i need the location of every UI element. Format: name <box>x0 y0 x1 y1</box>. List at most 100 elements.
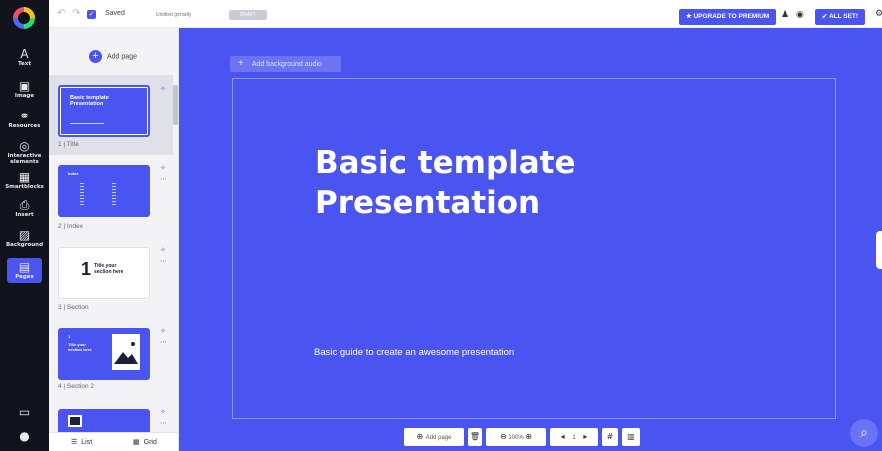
page-3-mini-title: Title your section here <box>94 263 124 275</box>
zoom-in-icon[interactable]: ⊕ <box>525 432 532 441</box>
slide-frame[interactable]: Basic template Presentation Basic guide … <box>232 78 836 419</box>
add-background-audio-button[interactable]: + Add background audio <box>230 56 341 72</box>
page-1-preview[interactable]: Basic template Presentation <box>58 85 150 137</box>
page-5-more-icon[interactable]: ⋯ <box>160 419 167 427</box>
page-3-mini-num: 1 <box>81 259 92 279</box>
add-page-label: Add page <box>107 53 137 61</box>
page-navigator: ◂ 1 ▸ <box>550 428 598 446</box>
all-set-label: ALL SET! <box>828 13 859 20</box>
page-thumb-3[interactable]: 1 Title your section here ✧ ⋯ 3 | Sectio… <box>49 237 173 317</box>
page-2-more-icon[interactable]: ⋯ <box>160 175 167 183</box>
page-thumb-1[interactable]: Basic template Presentation ✧ 1 | Title <box>49 75 173 155</box>
page-3-preview[interactable]: 1 Title your section here <box>58 247 150 299</box>
rail-smartblocks-label: Smartblocks <box>5 184 44 190</box>
page-3-magic-icon[interactable]: ✧ <box>160 246 166 254</box>
insert-icon: ⎙ <box>19 198 30 212</box>
help-icon: ● <box>19 429 30 443</box>
bottom-toolbar: ⊕ Add page 🗑 ⊖ 100% ⊕ ◂ 1 ▸ # ▥ <box>404 428 651 446</box>
rail-text[interactable]: A Text <box>0 47 49 68</box>
page-2-mini-list <box>80 183 84 207</box>
page-1-magic-icon[interactable]: ✧ <box>160 85 166 93</box>
image-icon: ▣ <box>18 79 31 93</box>
smartblocks-icon: ▦ <box>18 170 31 184</box>
page-5-magic-icon[interactable]: ✧ <box>160 408 166 416</box>
page-thumb-2[interactable]: Index ✧ ⋯ 2 | Index <box>49 155 173 235</box>
grid-toggle-button[interactable]: # <box>602 428 618 446</box>
tab-list-label: List <box>81 439 93 446</box>
tab-grid[interactable]: ▦ Grid <box>133 438 157 446</box>
left-rail: A Text ▣ Image ⚭ Resources ◎ Interactive… <box>0 0 49 451</box>
tab-grid-label: Grid <box>143 439 157 446</box>
rail-insert[interactable]: ⎙ Insert <box>0 198 49 219</box>
tab-list[interactable]: ☰ List <box>71 438 92 446</box>
pages-scrollbar[interactable] <box>173 75 178 425</box>
redo-icon[interactable]: ↷ <box>72 8 80 19</box>
add-page-button[interactable]: + Add page <box>89 50 137 63</box>
editor-canvas[interactable]: + Add background audio Basic template Pre… <box>179 28 882 451</box>
slide-title[interactable]: Basic template Presentation <box>315 143 635 223</box>
rail-resources[interactable]: ⚭ Resources <box>0 110 49 130</box>
genially-logo[interactable] <box>13 7 35 29</box>
page-thumb-4[interactable]: 1 Title your section here ✧ ⋯ 4 | Sectio… <box>49 318 173 398</box>
upgrade-button[interactable]: ★ UPGRADE TO PREMIUM <box>679 9 776 25</box>
slide-title-line-1: Basic template <box>315 145 576 181</box>
page-3-more-icon[interactable]: ⋯ <box>160 257 167 265</box>
all-set-button[interactable]: ➶ ALL SET! <box>815 9 865 25</box>
page-2-mini-list-2 <box>112 183 116 207</box>
page-3-label: 3 | Section <box>58 304 89 311</box>
page-1-mini-title: Basic template Presentation <box>70 95 109 107</box>
grid-icon: ▦ <box>133 438 140 446</box>
saved-check-icon: ✓ <box>87 10 96 19</box>
pages-panel: + Add page Basic template Presentation ✧ … <box>49 28 179 451</box>
top-toolbar: ↶ ↷ ✓ Saved DRAFT ★ UPGRADE TO PREMIUM ♟… <box>49 0 882 28</box>
gear-icon[interactable]: ⚙ <box>875 9 882 19</box>
draft-badge: DRAFT <box>229 10 267 20</box>
page-2-magic-icon[interactable]: ✧ <box>160 164 166 172</box>
rail-pages-label: Pages <box>15 274 34 280</box>
bottom-add-page-button[interactable]: ⊕ Add page <box>404 428 464 446</box>
page-4-magic-icon[interactable]: ✧ <box>160 327 166 335</box>
page-4-preview[interactable]: 1 Title your section here <box>58 328 150 380</box>
rail-background[interactable]: ▨ Background <box>0 228 49 249</box>
interactive-icon: ◎ <box>19 139 30 153</box>
page-1-mini-line <box>70 123 104 124</box>
mountain-icon <box>114 342 138 364</box>
zoom-out-icon[interactable]: ⊖ <box>500 432 507 441</box>
rail-pages[interactable]: ▤ Pages <box>7 258 42 283</box>
rail-resources-label: Resources <box>8 123 41 129</box>
rail-layout-toggle[interactable]: ▭ <box>0 406 49 419</box>
preview-eye-icon[interactable]: ◉ <box>796 10 804 20</box>
page-2-mini-title: Index <box>68 171 79 176</box>
background-icon: ▨ <box>18 228 31 242</box>
text-icon: A <box>20 47 29 61</box>
rocket-icon: ➶ <box>821 13 829 20</box>
side-panel-handle[interactable] <box>876 231 882 269</box>
rail-background-label: Background <box>5 242 44 248</box>
rail-insert-label: Insert <box>15 212 34 218</box>
title-input[interactable] <box>156 10 214 20</box>
view-tabs: ☰ List ▦ Grid <box>49 432 178 451</box>
slide-subtitle[interactable]: Basic guide to create an awesome present… <box>314 347 514 358</box>
next-page-icon[interactable]: ▸ <box>583 432 587 441</box>
prev-page-icon[interactable]: ◂ <box>561 432 565 441</box>
split-view-icon: ▥ <box>627 432 635 441</box>
layout-view-button[interactable]: ▥ <box>622 428 640 446</box>
help-search-button[interactable]: ⌕ <box>850 419 878 447</box>
page-2-preview[interactable]: Index <box>58 165 150 217</box>
rail-image-label: Image <box>14 93 35 99</box>
share-user-icon[interactable]: ♟ <box>781 10 789 20</box>
rail-interactive[interactable]: ◎ Interactive elements <box>0 139 49 166</box>
page-4-more-icon[interactable]: ⋯ <box>160 338 167 346</box>
page-4-image-placeholder <box>112 334 140 370</box>
bg-audio-label: Add background audio <box>251 61 322 68</box>
rail-image[interactable]: ▣ Image <box>0 79 49 100</box>
plus-icon: + <box>238 58 244 69</box>
rail-smartblocks[interactable]: ▦ Smartblocks <box>0 170 49 191</box>
trash-icon: 🗑 <box>469 432 481 441</box>
pages-scrollbar-thumb[interactable] <box>173 85 178 125</box>
rail-help[interactable]: ● <box>0 430 49 443</box>
zoom-level: 100% <box>508 435 524 441</box>
search-icon: ⌕ <box>860 425 868 441</box>
delete-page-button[interactable]: 🗑 <box>468 428 482 446</box>
undo-icon[interactable]: ↶ <box>57 8 65 19</box>
